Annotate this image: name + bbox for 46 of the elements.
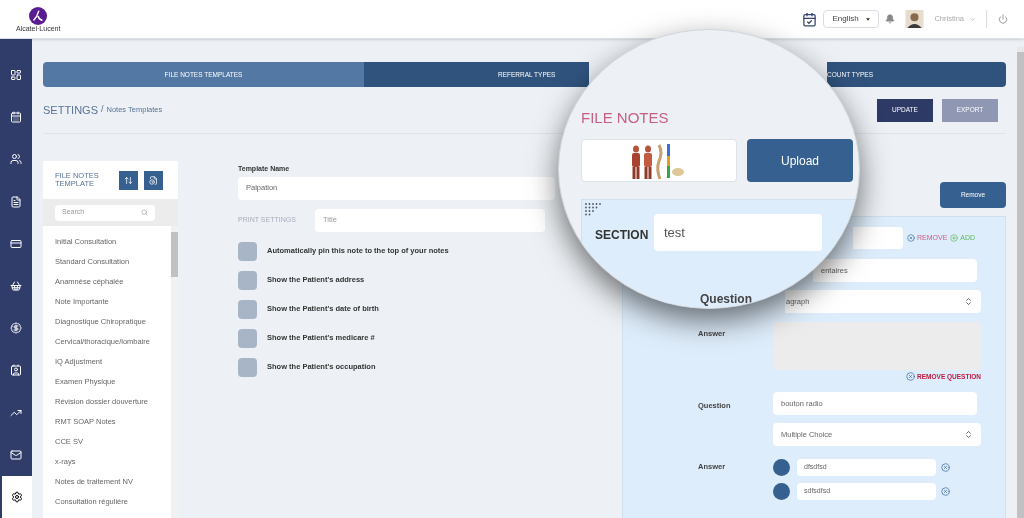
add-icon: [950, 234, 959, 242]
checkbox[interactable]: [238, 328, 257, 348]
dashboard-icon: [10, 69, 22, 82]
settings-icon: [11, 490, 23, 503]
calendar-icon: [10, 111, 22, 124]
upload-button[interactable]: Upload: [747, 139, 853, 182]
search-icon: [141, 209, 148, 216]
credit-card-icon: [10, 237, 22, 250]
avatar[interactable]: [904, 10, 926, 28]
history-button[interactable]: [144, 170, 163, 190]
basket-icon: [10, 280, 22, 293]
scrollbar[interactable]: [171, 226, 178, 518]
dollar-icon: [10, 322, 22, 335]
remove-icon[interactable]: [941, 486, 950, 496]
section-heading: FILE NOTES: [581, 108, 669, 128]
remove-icon: [907, 234, 915, 242]
checkbox[interactable]: [238, 299, 257, 319]
checkbox[interactable]: [238, 357, 257, 377]
sort-icon: [124, 175, 133, 185]
checkbox[interactable]: [238, 241, 257, 261]
remove-icon: [906, 372, 916, 382]
sidebar-item[interactable]: [0, 475, 32, 518]
power-icon[interactable]: [998, 14, 1008, 24]
breadcrumb-separator: /: [101, 103, 104, 117]
section-label: SECTION: [595, 227, 649, 244]
breadcrumb-section: SETTINGS: [43, 101, 98, 119]
sort-button[interactable]: [119, 170, 138, 190]
logo-icon: [29, 6, 48, 25]
document-clock-icon: [149, 175, 158, 185]
users-icon: [10, 153, 22, 166]
question-label: Question: [700, 291, 752, 308]
page-scrollbar[interactable]: [1017, 47, 1024, 518]
dropdown-caret-icon: [866, 17, 871, 21]
mail-icon: [10, 448, 22, 461]
select-arrows-icon: [964, 297, 973, 306]
document-icon: [10, 195, 22, 208]
drag-handle-icon: [584, 202, 602, 218]
section-name-field[interactable]: test: [654, 214, 822, 251]
contact-card-icon: [10, 364, 22, 377]
remove-icon[interactable]: [941, 462, 950, 472]
calendar-check-icon[interactable]: [802, 11, 818, 27]
checkbox[interactable]: [238, 270, 257, 290]
section-name-field[interactable]: [853, 227, 903, 249]
select-arrows-icon: [964, 429, 973, 439]
bell-icon[interactable]: [885, 14, 896, 24]
language-select[interactable]: English: [823, 10, 880, 28]
